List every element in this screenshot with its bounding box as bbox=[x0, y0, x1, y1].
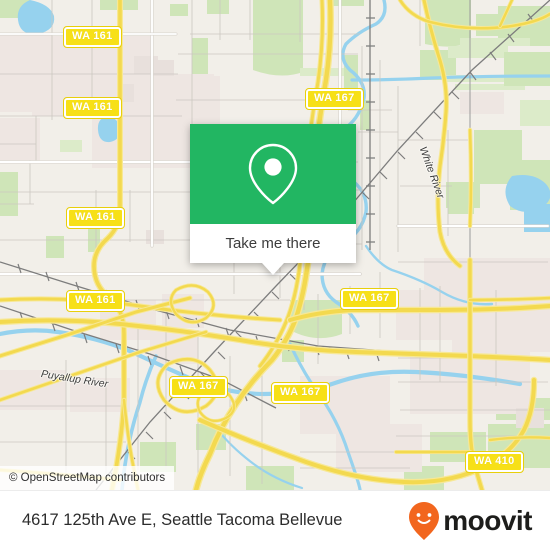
map-attribution[interactable]: © OpenStreetMap contributors bbox=[0, 466, 175, 490]
take-me-there-label: Take me there bbox=[225, 235, 321, 252]
highway-shield: WA 410 bbox=[465, 451, 524, 473]
callout-action-area[interactable]: Take me there bbox=[190, 224, 356, 263]
destination-callout[interactable]: Take me there bbox=[190, 124, 356, 275]
moovit-logo[interactable]: moovit bbox=[408, 501, 532, 541]
footer-bar: 4617 125th Ave E, Seattle Tacoma Bellevu… bbox=[0, 490, 550, 550]
map-canvas[interactable]: .land { fill:#f2efe9; } .grn { fill:#cfe… bbox=[0, 0, 550, 490]
highway-shield: WA 167 bbox=[340, 288, 399, 310]
highway-shield: WA 167 bbox=[305, 88, 364, 110]
highway-shield: WA 161 bbox=[63, 97, 122, 119]
moovit-pin-smile-icon bbox=[409, 501, 440, 540]
address-label: 4617 125th Ave E, Seattle Tacoma Bellevu… bbox=[22, 511, 343, 529]
highway-shield: WA 167 bbox=[169, 376, 228, 398]
attribution-text: © OpenStreetMap contributors bbox=[9, 472, 166, 484]
map-pin-icon bbox=[248, 143, 298, 205]
map-screenshot: .land { fill:#f2efe9; } .grn { fill:#cfe… bbox=[0, 0, 550, 550]
highway-shield: WA 167 bbox=[271, 382, 330, 404]
moovit-wordmark: moovit bbox=[443, 504, 532, 536]
highway-shield: WA 161 bbox=[66, 207, 125, 229]
highway-shield: WA 161 bbox=[63, 26, 122, 48]
callout-tail bbox=[262, 263, 284, 275]
callout-pin-area bbox=[190, 124, 356, 224]
highway-shield: WA 161 bbox=[66, 290, 125, 312]
